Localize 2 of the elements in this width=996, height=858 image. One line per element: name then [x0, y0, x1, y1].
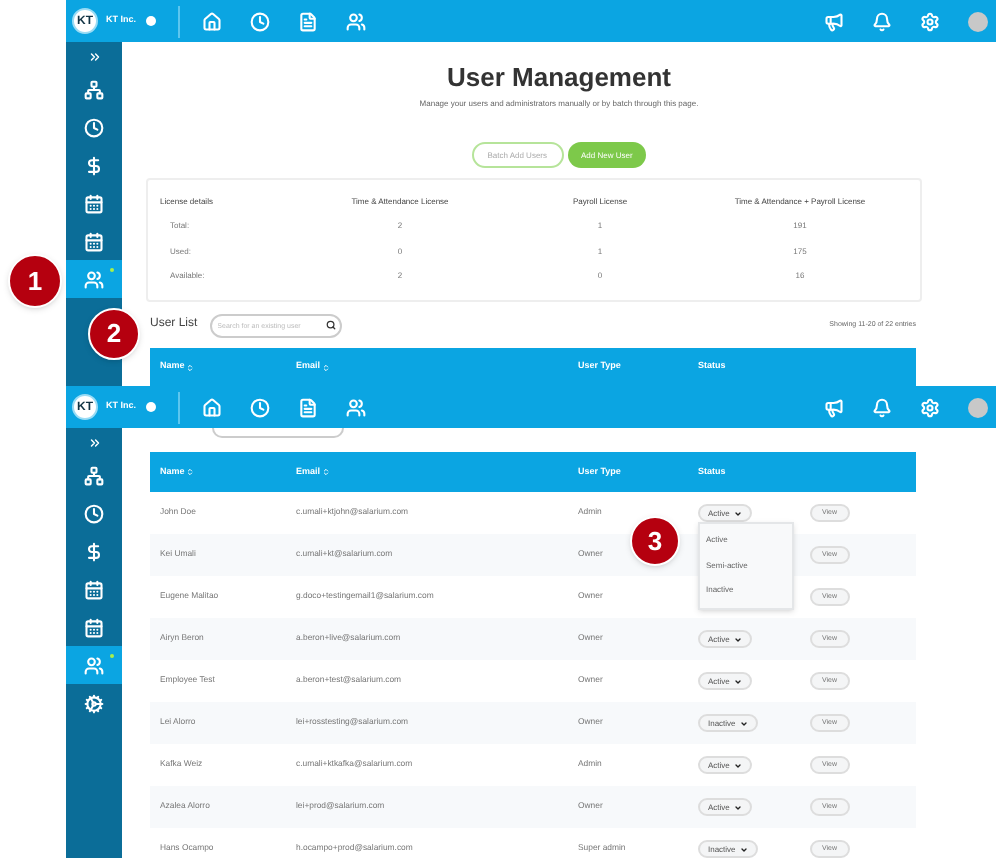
page-title: User Management	[447, 64, 671, 90]
step-marker: 1	[8, 254, 62, 308]
